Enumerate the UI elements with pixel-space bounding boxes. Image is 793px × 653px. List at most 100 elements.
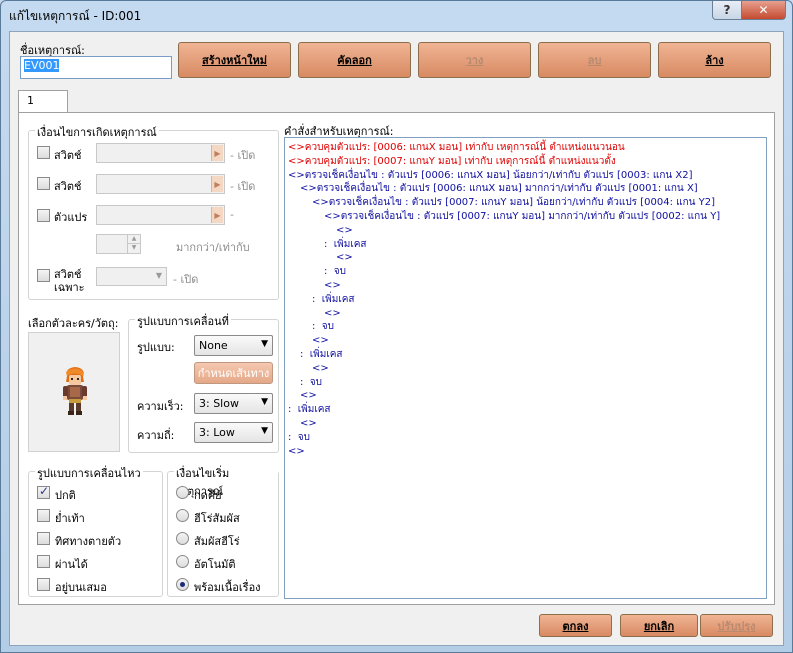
movement-type-value: None — [199, 339, 228, 352]
copy-button[interactable]: คัดลอก — [298, 42, 411, 78]
character-sprite-icon — [63, 367, 87, 415]
command-line[interactable]: <>ควบคุมตัวแปร: [0007: แกนY มอน] เท่ากับ… — [288, 155, 763, 169]
command-line[interactable]: <>ควบคุมตัวแปร: [0006: แกนX มอน] เท่ากับ… — [288, 141, 763, 155]
switch2-label: สวิตช์ — [54, 180, 82, 193]
speed-dropdown-icon: ▼ — [261, 397, 268, 407]
switch1-label: สวิตช์ — [54, 149, 82, 162]
switch2-suffix: - เปิด — [230, 180, 256, 193]
variable-arrow-icon: ▶ — [211, 207, 223, 223]
apply-button[interactable]: ปรับปรุง — [700, 614, 773, 637]
command-line[interactable]: : จบ — [288, 320, 763, 334]
tab-page-1[interactable]: 1 — [18, 90, 68, 113]
options-group: รูปแบบการเคลื่อนไหว ปกติ ย่ำเท้า ทิศทางต… — [28, 464, 163, 597]
event-editor-window: แก้ไขเหตุการณ์ - ID:001 ? ✕ ชื่อเหตุการณ… — [0, 0, 793, 653]
speed-label: ความเร็ว: — [137, 400, 184, 413]
switch1-checkbox[interactable] — [37, 146, 50, 159]
set-route-button[interactable]: กำหนดเส้นทาง — [194, 362, 273, 384]
command-line[interactable]: <> — [288, 389, 763, 403]
movement-group: รูปแบบการเคลื่อนที่ รูปแบบ: None ▼ กำหนด… — [128, 312, 279, 453]
self-switch-suffix: - เปิด — [173, 273, 199, 286]
switch2-arrow-icon: ▶ — [211, 176, 223, 192]
command-line[interactable]: : เพิ่มเคส — [288, 403, 763, 417]
dialog-client: ชื่อเหตุการณ์: EV001 สร้างหน้าใหม่ คัดลอ… — [9, 31, 784, 646]
delete-button[interactable]: ลบ — [538, 42, 651, 78]
command-line[interactable]: : เพิ่มเคส — [288, 238, 763, 252]
variable-compare-label: มากกว่า/เท่ากับ — [176, 241, 250, 254]
speed-value: 3: Slow — [199, 397, 239, 410]
option-label: ปกติ — [55, 489, 76, 502]
variable-select[interactable]: ▶ — [96, 205, 225, 225]
self-switch-dropdown-icon: ▼ — [155, 271, 162, 280]
frequency-dropdown-icon: ▼ — [261, 426, 268, 436]
movement-type-select[interactable]: None ▼ — [194, 335, 273, 356]
option-label: ย่ำเท้า — [55, 512, 85, 525]
switch1-select[interactable]: ▶ — [96, 143, 225, 163]
option-label: ผ่านได้ — [55, 558, 88, 571]
command-line[interactable]: <>ตรวจเช็คเงื่อนไข : ตัวแปร [0006: แกนX … — [288, 169, 763, 183]
command-line[interactable]: <> — [288, 224, 763, 238]
ok-button[interactable]: ตกลง — [539, 614, 612, 637]
option-walk-anim-checkbox[interactable] — [37, 484, 50, 499]
command-line[interactable]: <> — [288, 445, 763, 459]
trigger-action-radio[interactable] — [176, 486, 189, 499]
spin-down-icon[interactable]: ▼ — [127, 244, 140, 253]
switch2-select[interactable]: ▶ — [96, 174, 225, 194]
command-line[interactable]: : จบ — [288, 431, 763, 445]
movement-title: รูปแบบการเคลื่อนที่ — [135, 312, 231, 330]
command-list[interactable]: <>ควบคุมตัวแปร: [0006: แกนX มอน] เท่ากับ… — [284, 137, 767, 599]
trigger-player-touch-radio[interactable] — [176, 509, 189, 522]
variable-checkbox[interactable] — [37, 209, 50, 222]
command-line[interactable]: <> — [288, 334, 763, 348]
speed-select[interactable]: 3: Slow ▼ — [194, 393, 273, 414]
option-through-checkbox[interactable] — [37, 555, 50, 568]
help-button[interactable]: ? — [712, 1, 742, 20]
trigger-parallel-radio[interactable] — [176, 578, 189, 591]
clear-button[interactable]: ล้าง — [658, 42, 771, 78]
command-line[interactable]: <> — [288, 307, 763, 321]
option-always-top-checkbox[interactable] — [37, 578, 50, 591]
command-line[interactable]: <>ตรวจเช็คเงื่อนไข : ตัวแปร [0007: แกนY … — [288, 210, 763, 224]
command-line[interactable]: : เพิ่มเคส — [288, 293, 763, 307]
command-line[interactable]: : เพิ่มเคส — [288, 348, 763, 362]
close-button[interactable]: ✕ — [741, 1, 786, 20]
switch2-checkbox[interactable] — [37, 177, 50, 190]
self-switch-checkbox[interactable] — [37, 269, 50, 282]
frequency-value: 3: Low — [199, 426, 235, 439]
option-step-anim-checkbox[interactable] — [37, 509, 50, 522]
frequency-select[interactable]: 3: Low ▼ — [194, 422, 273, 443]
switch1-arrow-icon: ▶ — [211, 145, 223, 161]
command-line[interactable]: <> — [288, 251, 763, 265]
command-line[interactable]: <> — [288, 417, 763, 431]
conditions-group: เงื่อนไขการเกิดเหตุการณ์ สวิตช์ ▶ - เปิด… — [28, 123, 279, 300]
title-bar[interactable]: แก้ไขเหตุการณ์ - ID:001 ? ✕ — [1, 1, 792, 27]
trigger-group: เงื่อนไขเริ่มเหตุการณ์ กดคีย์ ฮีโร่สัมผั… — [167, 464, 279, 597]
trigger-label: พร้อมเนื้อเรื่อง — [194, 581, 261, 594]
option-label: ทิศทางตายตัว — [55, 535, 122, 548]
variable-label: ตัวแปร — [54, 211, 88, 224]
trigger-event-touch-radio[interactable] — [176, 532, 189, 545]
trigger-title: เงื่อนไขเริ่มเหตุการณ์ — [174, 464, 278, 500]
event-name-input[interactable]: EV001 — [20, 56, 172, 79]
command-line[interactable]: <> — [288, 362, 763, 376]
cancel-button[interactable]: ยกเลิก — [620, 614, 698, 637]
command-line[interactable]: <>ตรวจเช็คเงื่อนไข : ตัวแปร [0007: แกนY … — [288, 196, 763, 210]
character-preview[interactable] — [28, 332, 120, 452]
command-line[interactable]: <>ตรวจเช็คเงื่อนไข : ตัวแปร [0006: แกนX … — [288, 182, 763, 196]
page-panel: เงื่อนไขการเกิดเหตุการณ์ สวิตช์ ▶ - เปิด… — [18, 112, 775, 605]
option-direction-fix-checkbox[interactable] — [37, 532, 50, 545]
trigger-autorun-radio[interactable] — [176, 555, 189, 568]
trigger-label: อัตโนมัติ — [194, 558, 236, 571]
command-line[interactable]: : จบ — [288, 265, 763, 279]
spin-up-icon[interactable]: ▲ — [127, 235, 140, 244]
movement-type-dropdown-icon: ▼ — [261, 339, 268, 349]
command-line[interactable]: : จบ — [288, 376, 763, 390]
command-line[interactable]: <> — [288, 279, 763, 293]
self-switch-select[interactable]: ▼ — [96, 267, 167, 286]
option-label: อยู่บนเสมอ — [55, 581, 107, 594]
paste-button[interactable]: วาง — [418, 42, 531, 78]
new-page-button[interactable]: สร้างหน้าใหม่ — [178, 42, 291, 78]
conditions-title: เงื่อนไขการเกิดเหตุการณ์ — [35, 123, 159, 141]
variable-value-spinner[interactable]: ▲ ▼ — [96, 234, 141, 254]
variable-suffix: - — [230, 208, 234, 221]
options-title: รูปแบบการเคลื่อนไหว — [35, 464, 143, 482]
